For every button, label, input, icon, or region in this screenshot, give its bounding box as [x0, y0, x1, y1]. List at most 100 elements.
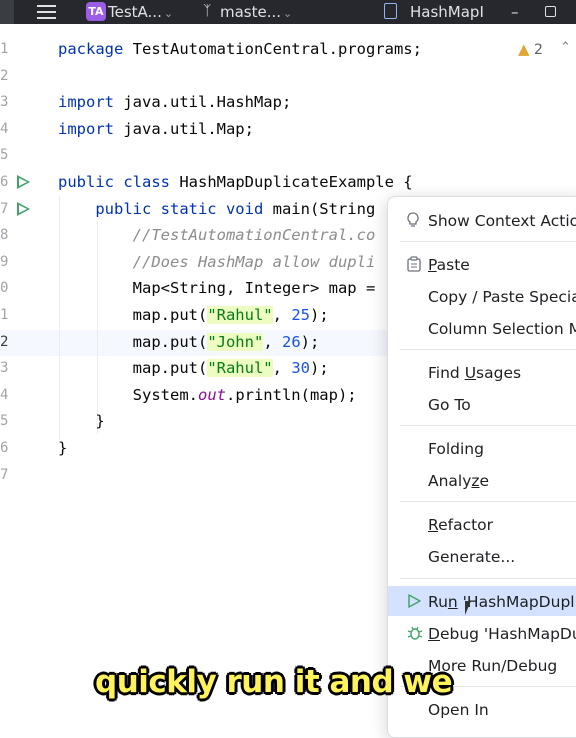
code-token: "John" — [207, 332, 264, 351]
menu-item-generate[interactable]: Generate... — [388, 541, 576, 571]
code-line[interactable]: //Does HashMap allow dupli — [58, 249, 376, 275]
menu-separator — [400, 425, 576, 426]
project-badge[interactable]: TA — [86, 2, 106, 21]
menu-item-label: Folding — [428, 440, 484, 458]
code-token: , — [272, 306, 292, 324]
line-number: 2 — [0, 333, 9, 350]
code-token: public static void — [58, 199, 273, 218]
maximize-button[interactable] — [545, 6, 556, 17]
code-token: } — [58, 439, 68, 457]
code-line[interactable]: public static void main(String — [58, 196, 375, 222]
code-token: java.util.Map; — [123, 119, 254, 138]
menu-item-label: Generate... — [428, 548, 516, 566]
menu-separator — [400, 501, 576, 502]
menu-item-label: Debug 'HashMapDup — [428, 625, 576, 643]
line-number: 3 — [0, 360, 9, 377]
main-menu-icon[interactable] — [37, 5, 56, 19]
project-name: TestA... — [108, 3, 162, 21]
code-token: "Rahul" — [207, 306, 273, 324]
code-token: map.put( — [58, 306, 208, 324]
code-token: HashMapDuplicateExample { — [179, 173, 413, 191]
code-token: //TestAutomationCentral.co — [58, 226, 376, 245]
code-token: 30 — [291, 359, 310, 378]
menu-item-debug-hashmapdup[interactable]: Debug 'HashMapDup — [388, 618, 576, 648]
line-number: 5 — [0, 147, 9, 164]
code-token: TestAutomationCentral.programs; — [132, 40, 422, 58]
line-number: 9 — [0, 253, 9, 270]
menu-separator — [400, 578, 576, 579]
code-token: map.put( — [58, 332, 208, 351]
code-line[interactable]: map.put("Rahul", 25); — [58, 302, 329, 328]
run-main-icon[interactable] — [17, 202, 30, 216]
menu-item-label: Refactor — [428, 516, 494, 534]
menu-item-label: Run 'HashMapDuplic — [428, 593, 576, 611]
code-token: 25 — [291, 306, 310, 324]
line-number: 6 — [0, 440, 9, 456]
run-class-icon[interactable] — [17, 175, 30, 189]
menu-item-go-to[interactable]: Go To — [388, 389, 576, 419]
menu-item-folding[interactable]: Folding — [388, 433, 576, 463]
code-line[interactable]: package TestAutomationCentral.programs; — [58, 36, 422, 62]
menu-item-refactor[interactable]: Refactor — [388, 509, 576, 539]
project-selector[interactable]: TestA... ⌄ — [108, 2, 173, 24]
mouse-cursor-icon — [465, 601, 477, 615]
java-file-icon — [384, 3, 397, 19]
menu-item-label: Show Context Actio — [428, 212, 576, 230]
code-line[interactable]: import java.util.HashMap; — [58, 89, 291, 115]
code-line[interactable]: public class HashMapDuplicateExample { — [58, 169, 413, 195]
menu-item-column-selection-m[interactable]: Column Selection M — [388, 313, 576, 343]
minimize-button[interactable]: – — [511, 2, 519, 22]
menu-item-find-usages[interactable]: Find Usages — [388, 357, 576, 387]
code-line[interactable]: map.put("John", 26); — [58, 329, 319, 355]
menu-item-analyze[interactable]: Analyze — [388, 465, 576, 495]
code-token: main(String — [272, 199, 376, 218]
line-number: 0 — [0, 280, 9, 297]
warnings-indicator[interactable]: ▲ 2 — [518, 40, 543, 58]
code-line[interactable]: } — [58, 435, 67, 461]
code-line[interactable]: } — [58, 408, 105, 434]
title-bar: TA TestA... ⌄ ᛉ maste... ⌄ HashMapI – — [0, 0, 576, 24]
menu-item-label: Go To — [428, 396, 471, 414]
code-line[interactable]: System.out.println(map); — [58, 382, 357, 408]
code-token: Map<String, Integer> map = — [58, 279, 376, 298]
line-number: 7 — [0, 466, 9, 483]
menu-item-label: Open In — [428, 701, 489, 719]
menu-item-label: Find Usages — [428, 364, 522, 382]
code-token: java.util.HashMap; — [123, 93, 292, 112]
menu-separator — [400, 349, 576, 350]
code-token: map.put( — [58, 359, 208, 378]
git-branch-icon: ᛉ — [203, 3, 212, 19]
code-token: .println(map); — [225, 385, 357, 404]
run-icon — [406, 593, 422, 613]
menu-item-run-hashmapduplic[interactable]: Run 'HashMapDuplic — [388, 586, 576, 616]
code-token: System. — [58, 385, 198, 404]
code-token: //Does HashMap allow dupli — [58, 252, 376, 271]
code-token: import — [58, 119, 124, 138]
branch-name: maste... — [220, 3, 282, 21]
code-line[interactable]: Map<String, Integer> map = — [58, 275, 376, 301]
menu-item-paste[interactable]: Paste — [388, 249, 576, 279]
menu-item-show-context-actio[interactable]: Show Context Actio — [388, 205, 576, 235]
lightbulb-icon — [406, 212, 420, 232]
line-number: 3 — [0, 94, 9, 111]
code-token: 26 — [281, 332, 301, 351]
code-token: } — [58, 412, 105, 431]
warnings-count: 2 — [534, 42, 543, 58]
chevron-up-icon[interactable]: ⌃ — [560, 40, 571, 55]
code-line[interactable]: import java.util.Map; — [58, 116, 254, 142]
menu-item-label: Analyze — [428, 472, 490, 490]
line-number: 7 — [0, 200, 9, 217]
line-number: 5 — [0, 413, 9, 430]
menu-item-copy-paste-specia[interactable]: Copy / Paste Specia — [388, 281, 576, 311]
branch-selector[interactable]: maste... ⌄ — [220, 2, 292, 24]
run-config-selector[interactable]: HashMapI — [410, 2, 484, 22]
menu-item-label: Column Selection M — [428, 320, 576, 338]
code-line[interactable]: map.put("Rahul", 30); — [58, 355, 329, 381]
code-token: ); — [309, 359, 329, 378]
line-number: 4 — [0, 120, 9, 137]
code-token: package — [58, 40, 133, 58]
code-line[interactable]: //TestAutomationCentral.co — [58, 222, 376, 248]
warning-icon: ▲ — [518, 40, 530, 58]
code-token: import — [58, 93, 124, 112]
menu-item-label: Copy / Paste Specia — [428, 288, 576, 306]
